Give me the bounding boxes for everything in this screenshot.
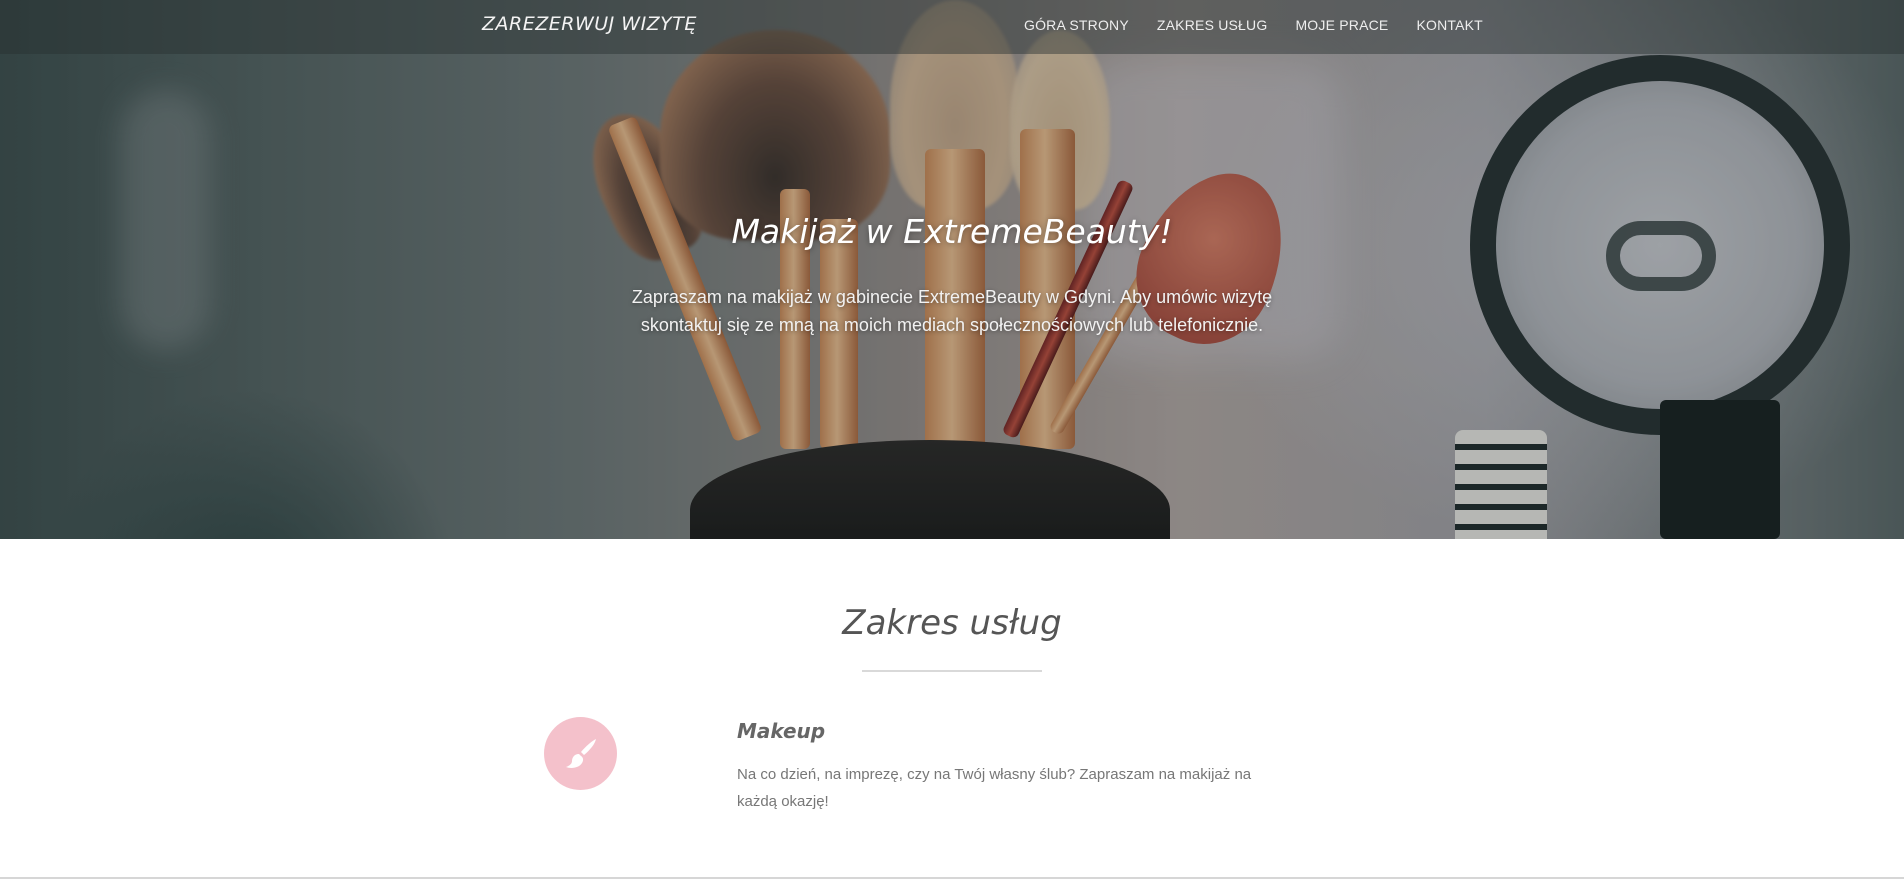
hero-description: Zapraszam na makijaż w gabinecie Extreme… (631, 287, 1273, 335)
brand-link[interactable]: ZAREZERWUJ WIZYTĘ (482, 13, 697, 35)
nav-link-top[interactable]: GÓRA STRONY (1024, 17, 1129, 33)
navbar: ZAREZERWUJ WIZYTĘ GÓRA STRONY ZAKRES USŁ… (0, 0, 1904, 54)
hero-section: Makijaż w ExtremeBeauty! Zapraszam na ma… (0, 0, 1904, 539)
service-description: Na co dzień, na imprezę, czy na Twój wła… (737, 766, 1252, 810)
section-title: Zakres usług (842, 603, 1062, 643)
nav-link-contact[interactable]: KONTAKT (1416, 17, 1482, 33)
service-title: Makeup (737, 719, 826, 743)
nav-link-portfolio[interactable]: MOJE PRACE (1295, 17, 1388, 33)
hero-overlay (0, 0, 1904, 539)
nav-link-services[interactable]: ZAKRES USŁUG (1157, 17, 1268, 33)
section-divider (862, 670, 1042, 672)
service-icon-badge (544, 717, 617, 790)
brush-icon (565, 738, 596, 768)
hero-title: Makijaż w ExtremeBeauty! (731, 212, 1173, 251)
nav-links: GÓRA STRONY ZAKRES USŁUG MOJE PRACE KONT… (1024, 17, 1483, 33)
